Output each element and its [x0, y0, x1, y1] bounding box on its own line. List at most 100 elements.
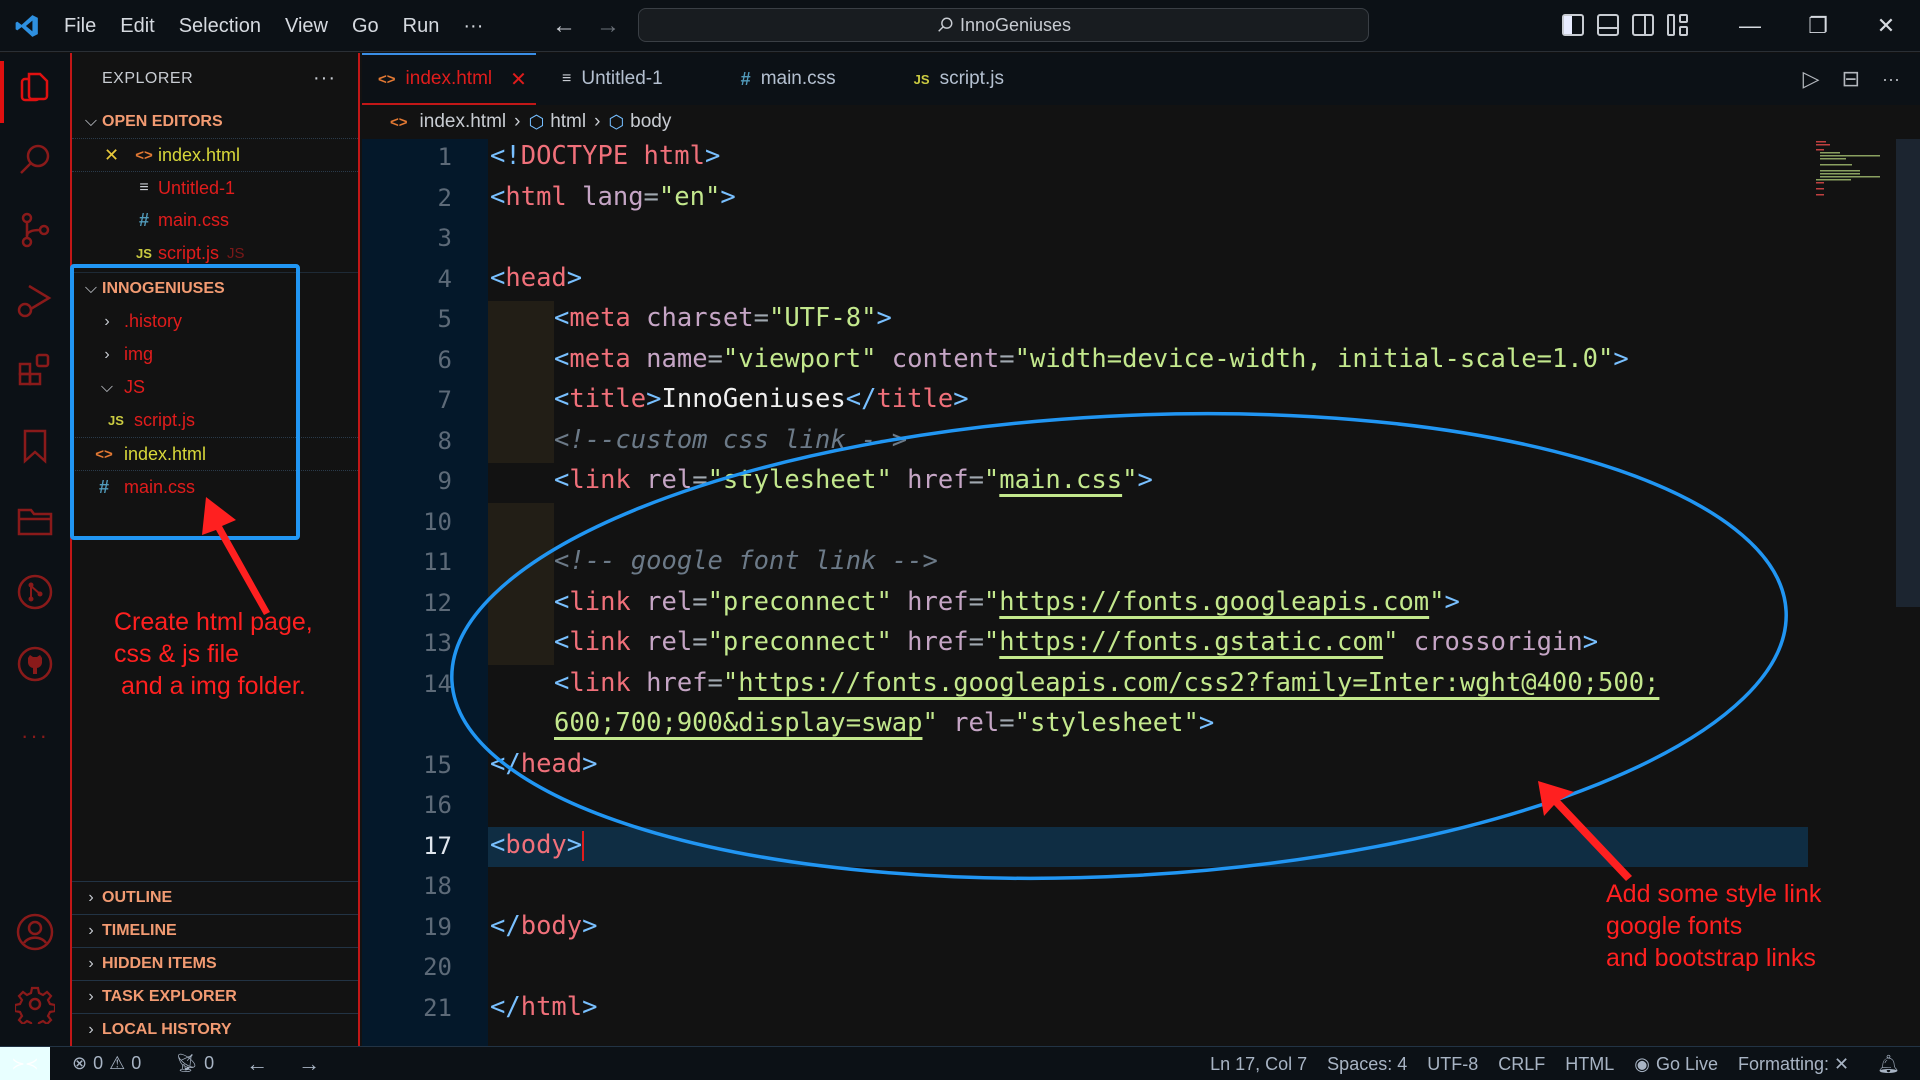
close-window-button[interactable]: ✕: [1852, 0, 1920, 52]
github-icon[interactable]: [14, 643, 56, 685]
code-line-8: <!--custom css link -->: [554, 425, 908, 455]
editor-tabs: <> index.html ✕ ≡ Untitled-1 # main.css …: [362, 53, 1920, 105]
task-explorer-section[interactable]: › TASK EXPLORER: [72, 980, 358, 1013]
line-number: 14: [423, 669, 452, 698]
folder-item[interactable]: ⌵ JS: [72, 371, 358, 404]
line-number: 13: [423, 629, 452, 657]
folder-item[interactable]: › .history: [72, 305, 358, 338]
status-bar: ≻≺ ⊗ 0 ⚠ 0 📡︎ 0 ← → Ln 17, Col 7 Spaces: 4 …: [0, 1046, 1920, 1080]
breadcrumb-file[interactable]: index.html: [420, 111, 507, 133]
open-editor-item[interactable]: ✕ <> index.html: [72, 138, 358, 171]
menu-run[interactable]: Run: [391, 0, 452, 52]
more-icon[interactable]: ···: [14, 715, 56, 757]
menu-more[interactable]: ···: [451, 0, 495, 52]
status-bar-right: Ln 17, Col 7 Spaces: 4 UTF-8 CRLF HTML ◉…: [1200, 1047, 1910, 1080]
error-icon: ⊗: [72, 1053, 88, 1073]
timeline-section[interactable]: › TIMELINE: [72, 914, 358, 947]
notifications-bell-icon[interactable]: 🔔︎: [1867, 1054, 1910, 1075]
annotation-note-files: Create html page, css & js file and a im…: [114, 608, 313, 700]
open-editor-item[interactable]: # main.css: [72, 204, 358, 237]
close-tab-icon[interactable]: ✕: [510, 67, 527, 92]
explorer-more-button[interactable]: ···: [313, 67, 336, 90]
go-live-button[interactable]: ◉ Go Live: [1624, 1054, 1728, 1075]
manage-gear-icon[interactable]: [14, 983, 56, 1025]
forward-arrow-icon[interactable]: →: [596, 12, 620, 40]
back-arrow-icon[interactable]: ←: [236, 1051, 278, 1077]
back-arrow-icon[interactable]: ←: [552, 12, 576, 40]
tab-index-html[interactable]: <> index.html ✕: [362, 53, 536, 105]
search-icon[interactable]: [14, 139, 56, 181]
formatting-status[interactable]: Formatting: ✕: [1728, 1054, 1859, 1075]
problems-indicator[interactable]: ⊗ 0 ⚠ 0: [62, 1053, 151, 1074]
folder-item[interactable]: › img: [72, 338, 358, 371]
customize-layout-icon[interactable]: [1667, 14, 1689, 36]
tab-main-css[interactable]: # main.css: [725, 53, 852, 105]
current-line-highlight: [488, 827, 1808, 867]
menu-go[interactable]: Go: [340, 0, 391, 52]
tab-untitled-1[interactable]: ≡ Untitled-1: [546, 53, 679, 105]
link-google-fonts-css[interactable]: https://fonts.googleapis.com/css2?family…: [738, 668, 1659, 698]
more-actions-icon[interactable]: ···: [1882, 69, 1900, 90]
explorer-sidebar: EXPLORER ··· ⌵ OPEN EDITORS ✕ <> index.h…: [70, 53, 360, 1046]
link-gstatic[interactable]: https://fonts.gstatic.com: [999, 627, 1383, 657]
remote-indicator-button[interactable]: ≻≺: [0, 1046, 50, 1080]
close-editor-icon[interactable]: ✕: [104, 145, 130, 166]
tab-script-js[interactable]: JS script.js: [898, 53, 1020, 105]
editor-scrollbar[interactable]: [1896, 139, 1920, 607]
ports-indicator[interactable]: 📡︎ 0: [165, 1053, 224, 1074]
accounts-icon[interactable]: [14, 911, 56, 953]
run-icon[interactable]: ▷: [1803, 66, 1820, 92]
toggle-panel-icon[interactable]: [1597, 14, 1619, 36]
project-manager-icon[interactable]: [14, 499, 56, 541]
file-item[interactable]: <> index.html: [72, 437, 358, 470]
source-control-icon[interactable]: [14, 209, 56, 251]
menu-selection[interactable]: Selection: [167, 0, 273, 52]
run-debug-icon[interactable]: [14, 279, 56, 321]
breadcrumb-body[interactable]: body: [630, 111, 671, 133]
file-item[interactable]: JS script.js: [72, 404, 358, 437]
minimap[interactable]: [1812, 139, 1892, 199]
menu-view[interactable]: View: [273, 0, 340, 52]
menu-file[interactable]: File: [54, 0, 108, 52]
css-file-icon: #: [740, 68, 751, 89]
extensions-icon[interactable]: [14, 349, 56, 391]
open-editor-item[interactable]: ≡ Untitled-1: [72, 171, 358, 204]
line-number: 10: [423, 507, 452, 536]
link-googleapis[interactable]: https://fonts.googleapis.com: [999, 587, 1429, 617]
outline-section[interactable]: › OUTLINE: [72, 881, 358, 914]
code-line-14-wrap: 600;700;900&display=swap" rel="styleshee…: [554, 708, 1215, 738]
breadcrumb-html[interactable]: html: [550, 111, 586, 133]
code-line-12: <link rel="preconnect" href="https://fon…: [554, 587, 1460, 617]
minimize-button[interactable]: —: [1716, 0, 1784, 52]
menu-edit[interactable]: Edit: [108, 0, 166, 52]
restore-button[interactable]: ❐: [1784, 0, 1852, 52]
broadcast-icon: 📡︎: [175, 1053, 199, 1073]
explorer-icon[interactable]: [14, 67, 56, 109]
line-number: 19: [423, 912, 452, 941]
line-ending[interactable]: CRLF: [1488, 1054, 1555, 1075]
file-item[interactable]: # main.css: [72, 470, 358, 503]
workspace-header[interactable]: ⌵ INNOGENIUSES: [72, 272, 358, 305]
git-graph-icon[interactable]: [14, 571, 56, 613]
split-editor-icon[interactable]: ⊟: [1842, 66, 1860, 92]
language-mode[interactable]: HTML: [1555, 1054, 1624, 1075]
local-history-section[interactable]: › LOCAL HISTORY: [72, 1013, 358, 1046]
line-number: 7: [437, 386, 452, 414]
toggle-secondary-sidebar-icon[interactable]: [1632, 14, 1654, 36]
open-editors-header[interactable]: ⌵ OPEN EDITORS: [72, 105, 358, 138]
cursor-position[interactable]: Ln 17, Col 7: [1200, 1054, 1317, 1075]
link-main-css[interactable]: main.css: [999, 465, 1122, 495]
command-center-search[interactable]: InnoGeniuses: [638, 8, 1369, 42]
forward-arrow-icon[interactable]: →: [288, 1051, 330, 1077]
open-editor-item[interactable]: JS script.js JS: [72, 237, 358, 270]
indentation[interactable]: Spaces: 4: [1317, 1054, 1417, 1075]
toggle-primary-sidebar-icon[interactable]: [1562, 14, 1584, 36]
encoding[interactable]: UTF-8: [1417, 1054, 1488, 1075]
line-number: 5: [437, 305, 452, 333]
code-line-14: <link href="https://fonts.googleapis.com…: [554, 668, 1660, 698]
html-file-icon: <>: [390, 113, 408, 131]
css-file-icon: #: [98, 476, 109, 497]
hidden-items-section[interactable]: › HIDDEN ITEMS: [72, 947, 358, 980]
bookmarks-icon[interactable]: [14, 425, 56, 467]
chevron-right-icon: ›: [104, 312, 110, 330]
